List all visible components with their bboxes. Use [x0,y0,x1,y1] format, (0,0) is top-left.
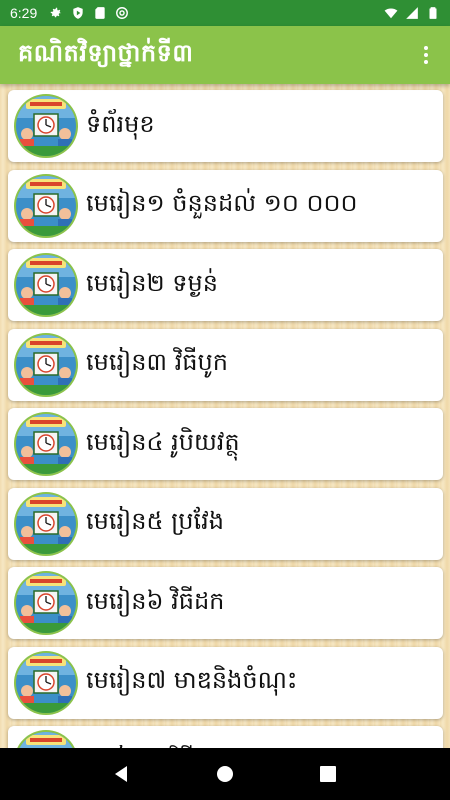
battery-icon [426,6,440,20]
status-bar: 6:29 [0,0,450,26]
lesson-label: មេរៀន៥ ប្រវែង [86,507,224,535]
signal-icon [405,6,419,20]
status-time: 6:29 [10,5,38,21]
lesson-label: មេរៀន៣ វិធីបូក [86,348,228,376]
wifi-icon [384,6,398,20]
sd-card-icon [93,6,107,20]
lesson-label: ទំព័រមុខ [86,109,155,138]
lesson-list-item[interactable]: មេរៀន៧ មាឌនិងចំណុះ [8,646,443,719]
lesson-thumbnail-image [14,491,78,556]
lesson-list-item[interactable]: ទំព័រមុខ [8,90,443,162]
more-vert-icon[interactable] [410,39,442,71]
lesson-list-item[interactable]: មេរៀន៤ រូបិយវត្ថុ [8,408,443,480]
lesson-list-item[interactable]: មេរៀន៨ វិធីគុណ [8,726,443,748]
lesson-list-item[interactable]: មេរៀន៦ វិធីដក [8,567,443,639]
app-bar: គណិតវិទ្យាថ្នាក់ទី៣ [0,26,450,84]
lesson-label: មេរៀន៦ វិធីដក [86,586,225,615]
gear-icon [49,6,63,20]
lesson-list-item[interactable]: មេរៀន១ ចំនួនដល់ ១០ ០០០ [8,169,443,242]
lesson-list: ទំព័រមុខ មេរៀន១ ចំនួនដល់ ១០ ០០០ មេរៀន២ ទ… [0,84,450,748]
at-sign-icon [115,6,129,20]
lesson-list-item[interactable]: មេរៀន២ ទម្ងន់ [8,249,443,321]
recents-icon[interactable] [312,758,344,790]
lesson-label: មេរៀន១ ចំនួនដល់ ១០ ០០០ [86,189,358,217]
lesson-thumbnail-image [14,571,78,635]
lesson-thumbnail-image [14,253,78,317]
lesson-thumbnail-image [14,332,78,397]
lesson-list-container[interactable]: ទំព័រមុខ មេរៀន១ ចំនួនដល់ ១០ ០០០ មេរៀន២ ទ… [0,84,450,748]
lesson-label: មេរៀន៧ មាឌនិងចំណុះ [86,666,298,694]
shield-icon [71,6,85,20]
back-icon[interactable] [106,758,138,790]
lesson-thumbnail-image [14,173,78,238]
lesson-list-item[interactable]: មេរៀន៥ ប្រវែង [8,487,443,560]
app-title: គណិតវិទ្យាថ្នាក់ទី៣ [18,38,194,67]
lesson-label: មេរៀន៤ រូបិយវត្ថុ [86,427,240,456]
status-icons-right [384,6,440,20]
home-icon[interactable] [209,758,241,790]
lesson-thumbnail-image [14,650,78,715]
lesson-thumbnail-image [14,94,78,158]
lesson-thumbnail-image [14,412,78,476]
lesson-thumbnail-image [14,730,78,748]
nav-bar [0,748,450,800]
status-icons-left [49,6,129,20]
lesson-list-item[interactable]: មេរៀន៣ វិធីបូក [8,328,443,401]
lesson-label: មេរៀន២ ទម្ងន់ [86,268,218,297]
